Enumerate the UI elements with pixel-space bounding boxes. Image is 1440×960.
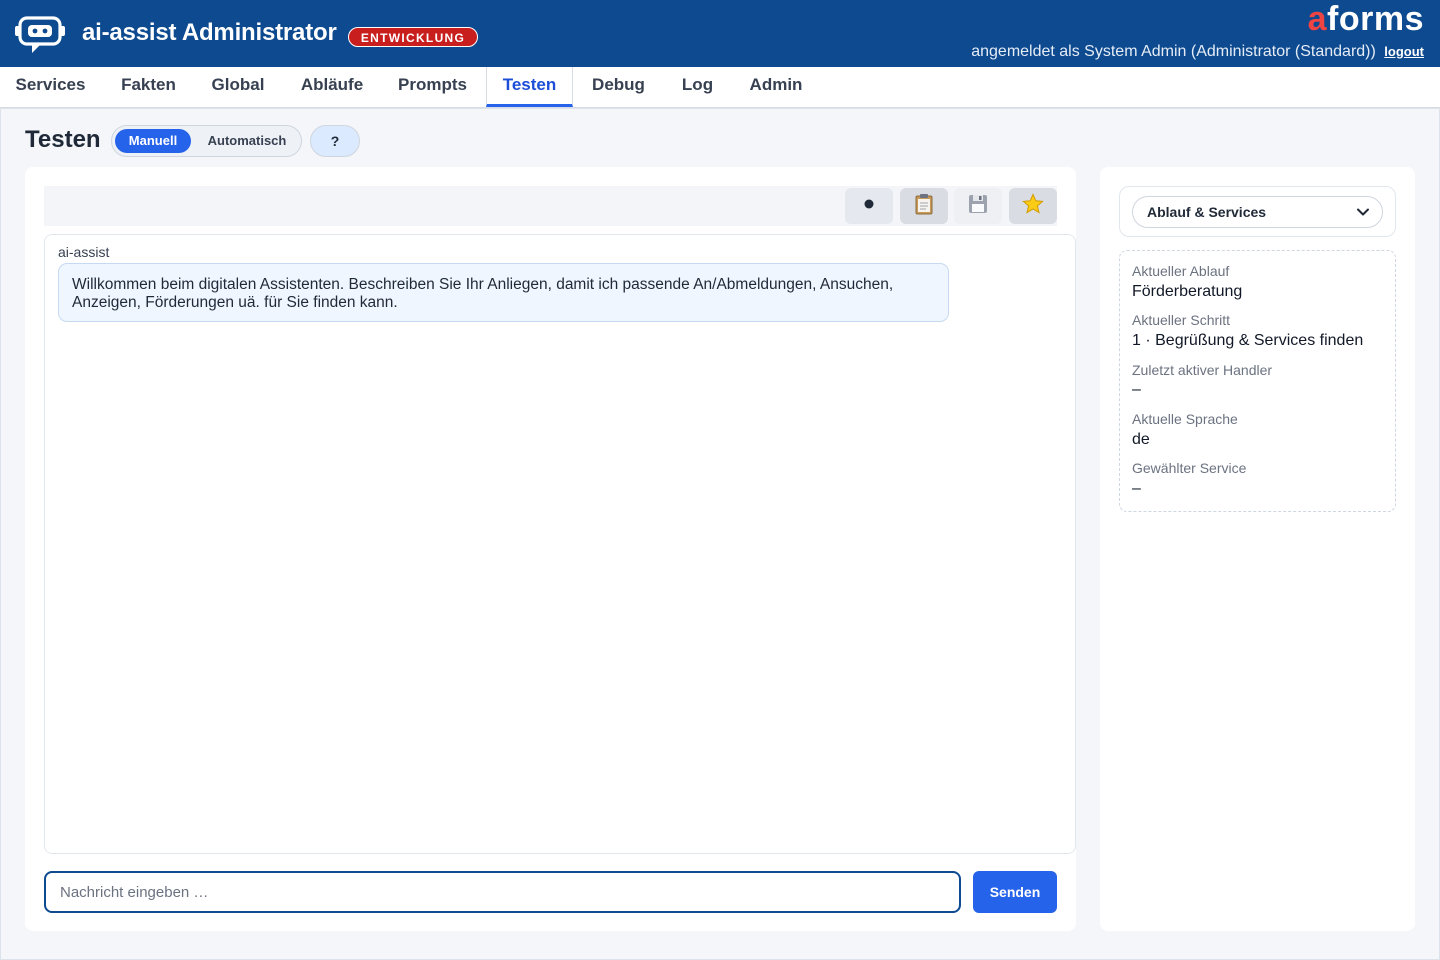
tab-global[interactable]: Global — [198, 67, 278, 107]
star-icon — [1022, 192, 1044, 220]
send-button[interactable]: Senden — [973, 871, 1057, 913]
robot-chat-logo-icon — [14, 14, 66, 56]
view-select-value: Ablauf & Services — [1147, 204, 1267, 220]
tab-prompts[interactable]: Prompts — [388, 67, 477, 107]
status-label-last-handler: Zuletzt aktiver Handler — [1132, 362, 1273, 378]
status-label-language: Aktuelle Sprache — [1132, 411, 1238, 427]
clipboard-button[interactable] — [900, 188, 948, 224]
status-value-last-handler: – — [1132, 381, 1141, 398]
tab-log[interactable]: Log — [670, 67, 725, 107]
help-button[interactable]: ? — [310, 125, 360, 157]
aforms-brand-logo: aforms — [1308, 0, 1424, 39]
environment-badge: ENTWICKLUNG — [348, 27, 478, 47]
clipboard-icon — [914, 193, 934, 220]
brand-name: forms — [1327, 0, 1424, 38]
save-button[interactable] — [954, 188, 1002, 224]
page-title: Testen — [25, 126, 101, 153]
status-value-current-flow: Förderberatung — [1132, 283, 1243, 300]
tab-debug[interactable]: Debug — [580, 67, 657, 107]
app-title: ai-assist Administrator — [82, 19, 337, 46]
tab-fakten[interactable]: Fakten — [106, 67, 191, 107]
status-label-current-step: Aktueller Schritt — [1132, 312, 1231, 328]
mode-manual-button[interactable]: Manuell — [115, 129, 191, 153]
status-label-selected-service: Gewählter Service — [1132, 460, 1247, 476]
logout-link[interactable]: logout — [1384, 44, 1424, 59]
record-button[interactable] — [845, 188, 893, 224]
assistant-message-bubble: Willkommen beim digitalen Assistenten. B… — [58, 263, 949, 322]
mode-toggle: Manuell Automatisch — [111, 125, 302, 157]
favorite-button[interactable] — [1009, 188, 1057, 224]
main-nav: Services Fakten Global Abläufe Prompts T… — [0, 67, 1440, 108]
tab-services[interactable]: Services — [0, 67, 101, 107]
view-select-dropdown[interactable]: Ablauf & Services — [1132, 196, 1383, 228]
mode-automatic-button[interactable]: Automatisch — [198, 129, 296, 153]
user-info: angemeldet als System Admin (Administrat… — [971, 43, 1424, 61]
chevron-down-icon — [1356, 205, 1370, 219]
chat-messages-area[interactable] — [44, 234, 1076, 854]
record-dot-icon — [863, 197, 875, 215]
tab-admin[interactable]: Admin — [740, 67, 812, 107]
message-input[interactable] — [44, 871, 961, 913]
message-sender: ai-assist — [58, 244, 110, 260]
top-header: ai-assist Administrator ENTWICKLUNG afor… — [0, 0, 1440, 67]
brand-accent-letter: a — [1307, 0, 1328, 38]
floppy-disk-icon — [968, 194, 988, 219]
logged-in-user-text: angemeldet als System Admin (Administrat… — [971, 43, 1376, 60]
status-value-selected-service: – — [1132, 480, 1141, 497]
tab-ablaeufe[interactable]: Abläufe — [289, 67, 375, 107]
status-value-language: de — [1132, 431, 1150, 448]
tab-testen[interactable]: Testen — [486, 67, 573, 107]
status-value-current-step: 1 · Begrüßung & Services finden — [1132, 332, 1364, 349]
status-label-current-flow: Aktueller Ablauf — [1132, 263, 1230, 279]
